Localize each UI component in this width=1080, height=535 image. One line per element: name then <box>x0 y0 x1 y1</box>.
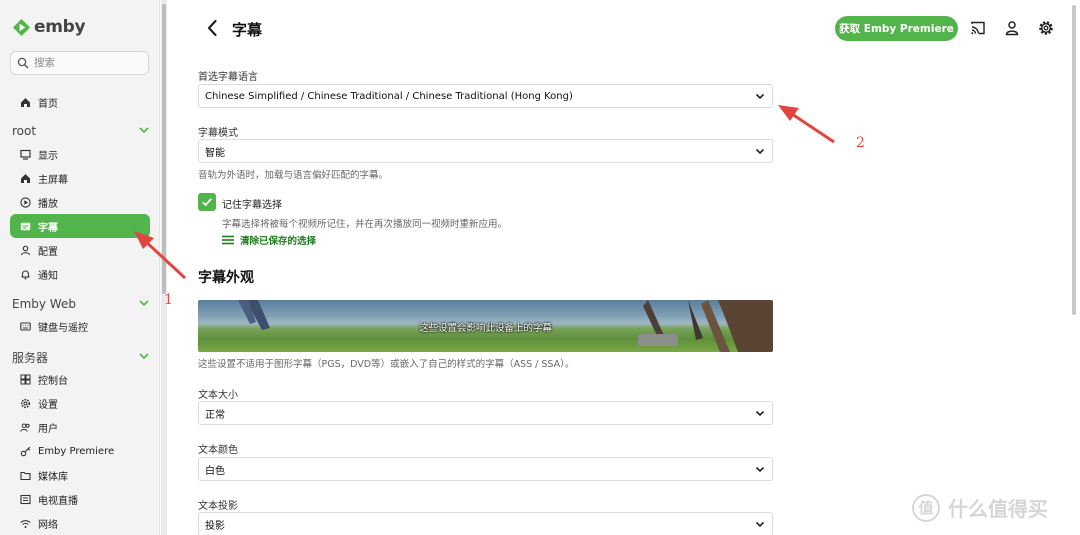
annotation-number-1: 1 <box>164 292 173 308</box>
annotation-arrow-2 <box>778 105 835 144</box>
watermark-text: 什么值得买 <box>948 497 1048 521</box>
annotation-number-2: 2 <box>856 135 865 151</box>
watermark: 值 什么值得买 <box>912 493 1048 522</box>
annotation-arrows <box>134 105 835 280</box>
watermark-logo: 值 <box>912 493 940 522</box>
annotation-arrow-1 <box>134 231 187 280</box>
